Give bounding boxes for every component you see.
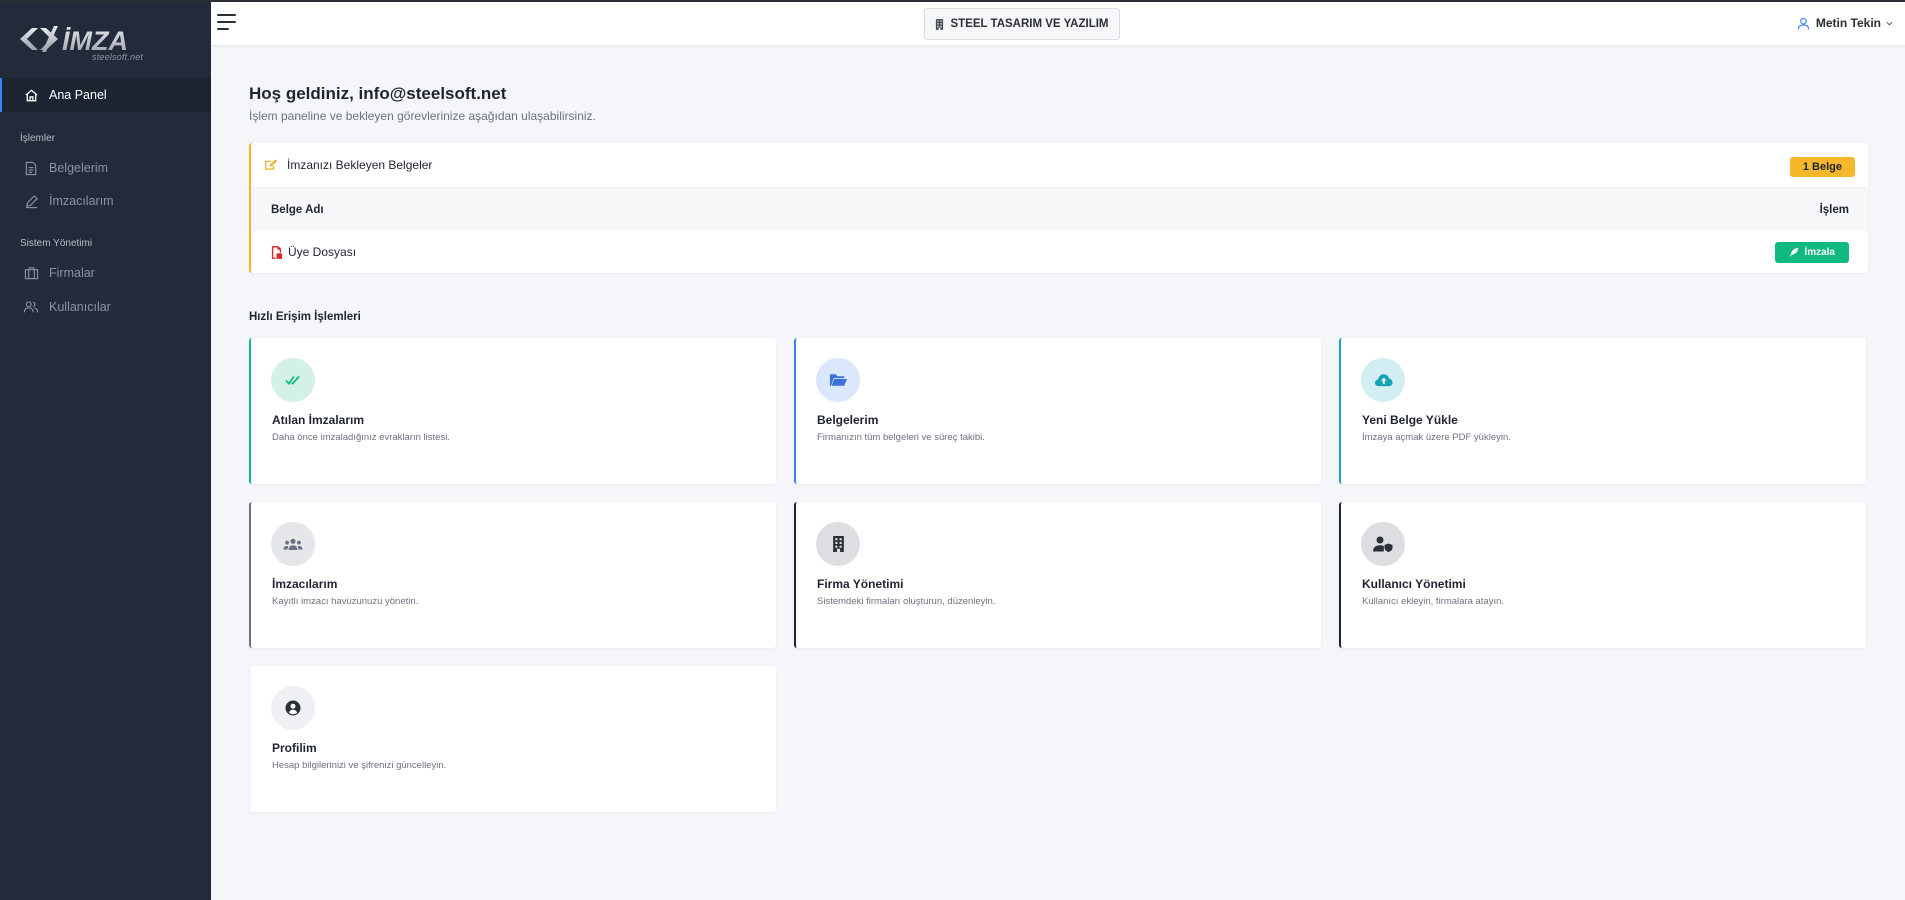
app-logo[interactable]: İMZA steelsoft.net xyxy=(0,0,211,76)
sidebar-item-label: Belgelerim xyxy=(49,161,109,175)
card-description: Kullanıcı ekleyin, firmalara atayın. xyxy=(1362,596,1505,607)
sidebar-item-imzacilarim[interactable]: İmzacılarım xyxy=(0,184,211,218)
sidebar-item-ana-panel[interactable]: Ana Panel xyxy=(0,78,211,112)
pending-panel-title: İmzanızı Bekleyen Belgeler xyxy=(287,158,433,172)
users-icon xyxy=(23,299,39,315)
sign-button[interactable]: İmzala xyxy=(1775,241,1849,263)
pending-documents-panel: İmzanızı Bekleyen Belgeler 1 Belge Belge… xyxy=(249,143,1868,273)
sidebar-item-label: Kullanıcılar xyxy=(49,300,111,314)
double-check-icon xyxy=(271,358,315,402)
building-icon xyxy=(23,265,39,281)
user-name: Metin Tekin xyxy=(1815,16,1881,30)
building-icon xyxy=(935,18,944,30)
document-name-cell: Üye Dosyası xyxy=(271,245,356,259)
sidebar-item-label: Ana Panel xyxy=(49,88,107,102)
card-atilan-imzalarim[interactable]: Atılan İmzalarım Daha önce imzaladığınız… xyxy=(249,338,776,484)
sidebar-item-firmalar[interactable]: Firmalar xyxy=(0,256,211,290)
home-icon xyxy=(23,87,39,103)
sidebar-item-label: İmzacılarım xyxy=(49,194,114,208)
pdf-file-icon xyxy=(271,245,282,259)
sidebar: İMZA steelsoft.net Ana Panel İşlemler Be… xyxy=(0,0,211,900)
column-header-islem: İşlem xyxy=(1819,203,1849,216)
document-name[interactable]: Üye Dosyası xyxy=(288,245,356,259)
card-kullanici-yonetimi[interactable]: Kullanıcı Yönetimi Kullanıcı ekleyin, fi… xyxy=(1339,502,1866,648)
document-icon xyxy=(23,160,39,176)
card-title: Yeni Belge Yükle xyxy=(1362,413,1458,427)
sidebar-item-belgelerim[interactable]: Belgelerim xyxy=(0,151,211,185)
page-subtitle: İşlem paneline ve bekleyen görevlerinize… xyxy=(249,109,596,123)
user-circle-icon xyxy=(271,686,315,730)
card-imzacilarim[interactable]: İmzacılarım Kayıtlı imzacı havuzunuzu yö… xyxy=(249,502,776,648)
company-name: STEEL TASARIM VE YAZILIM xyxy=(950,18,1109,30)
cloud-upload-icon xyxy=(1361,358,1405,402)
sidebar-item-kullanicilar[interactable]: Kullanıcılar xyxy=(0,290,211,324)
pen-icon xyxy=(23,193,39,209)
quick-access-title: Hızlı Erişim İşlemleri xyxy=(249,311,361,323)
user-icon xyxy=(1797,17,1810,30)
building-icon xyxy=(816,522,860,566)
sidebar-section-sistem-yonetimi: Sistem Yönetimi xyxy=(20,238,93,249)
card-description: Sistemdeki firmaları oluşturun, düzenley… xyxy=(817,596,996,607)
card-title: İmzacılarım xyxy=(272,577,338,591)
card-description: Kayıtlı imzacı havuzunuzu yönetin. xyxy=(272,596,419,607)
top-header: STEEL TASARIM VE YAZILIM Metin Tekin xyxy=(211,2,1905,46)
logo-mark-icon: İMZA xyxy=(20,26,128,56)
logo-subtitle: steelsoft.net xyxy=(92,52,144,62)
folder-open-icon xyxy=(816,358,860,402)
feather-pen-icon xyxy=(1789,247,1799,257)
users-group-icon xyxy=(271,522,315,566)
card-title: Atılan İmzalarım xyxy=(272,413,365,427)
card-title: Kullanıcı Yönetimi xyxy=(1362,577,1466,591)
card-yeni-belge-yukle[interactable]: Yeni Belge Yükle İmzaya açmak üzere PDF … xyxy=(1339,338,1866,484)
page-title: Hoş geldiniz, info@steelsoft.net xyxy=(249,84,507,103)
card-description: Daha önce imzaladığınız evrakların liste… xyxy=(272,432,450,443)
sidebar-section-islemler: İşlemler xyxy=(20,133,56,144)
card-title: Belgelerim xyxy=(817,413,879,427)
table-row: Üye Dosyası İmzala xyxy=(251,231,1868,273)
top-border-line xyxy=(0,0,1905,2)
sidebar-item-label: Firmalar xyxy=(49,266,95,280)
card-title: Profilim xyxy=(272,741,317,755)
pending-count-badge: 1 Belge xyxy=(1789,157,1855,177)
company-selector-button[interactable]: STEEL TASARIM VE YAZILIM xyxy=(924,8,1120,40)
menu-toggle-icon[interactable] xyxy=(217,14,239,32)
card-title: Firma Yönetimi xyxy=(817,577,904,591)
pending-panel-header: İmzanızı Bekleyen Belgeler 1 Belge xyxy=(251,143,1868,188)
card-description: İmzaya açmak üzere PDF yükleyin. xyxy=(1362,432,1511,443)
sign-button-label: İmzala xyxy=(1804,246,1835,258)
card-profilim[interactable]: Profilim Hesap bilgilerinizi ve şifreniz… xyxy=(249,666,776,812)
chevron-down-icon xyxy=(1886,21,1893,26)
card-firma-yonetimi[interactable]: Firma Yönetimi Sistemdeki firmaları oluş… xyxy=(794,502,1321,648)
card-description: Firmanızın tüm belgeleri ve süreç takibi… xyxy=(817,432,985,443)
card-belgelerim[interactable]: Belgelerim Firmanızın tüm belgeleri ve s… xyxy=(794,338,1321,484)
user-shield-icon xyxy=(1361,522,1405,566)
column-header-belge-adi: Belge Adı xyxy=(271,203,324,216)
card-description: Hesap bilgilerinizi ve şifrenizi güncell… xyxy=(272,760,447,771)
table-header: Belge Adı İşlem xyxy=(251,188,1868,231)
signature-icon xyxy=(264,159,278,171)
user-menu[interactable]: Metin Tekin xyxy=(1797,16,1893,30)
